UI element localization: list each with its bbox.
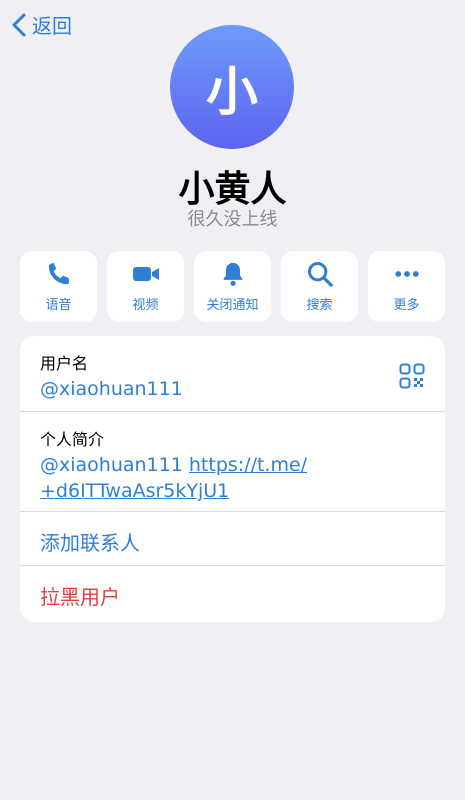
back-button[interactable]: 返回	[10, 10, 72, 39]
username-row[interactable]: 用户名 @xiaohuan111	[20, 336, 445, 412]
info-card: 用户名 @xiaohuan111 个人简介 @xiaohuan111 https…	[20, 336, 445, 622]
back-label: 返回	[32, 14, 72, 38]
qr-code-icon[interactable]	[399, 363, 425, 389]
username-value[interactable]: @xiaohuan111	[40, 376, 183, 402]
mute-label: 关闭通知	[206, 298, 259, 313]
voice-call-button[interactable]: 语音	[20, 251, 97, 322]
video-call-label: 视频	[132, 298, 159, 313]
add-contact-button[interactable]: 添加联系人	[20, 512, 445, 566]
video-call-button[interactable]: 视频	[107, 251, 184, 322]
more-icon	[394, 271, 419, 277]
bio-handle[interactable]: @xiaohuan111	[40, 454, 183, 476]
bio-link-line2[interactable]: +d6ITTwaAsr5kYjU1	[40, 480, 229, 502]
bio-label: 个人简介	[40, 430, 105, 449]
video-icon	[132, 267, 159, 281]
mute-button[interactable]: 关闭通知	[194, 251, 271, 322]
avatar[interactable]: 小	[170, 25, 294, 149]
chevron-left-icon	[12, 13, 26, 36]
search-button[interactable]: 搜索	[281, 251, 358, 322]
add-contact-label: 添加联系人	[40, 531, 140, 555]
more-button[interactable]: 更多	[368, 251, 445, 322]
bio-link-line1[interactable]: https://t.me/	[189, 454, 307, 476]
bio-row: 个人简介 @xiaohuan111 https://t.me/ +d6ITTwa…	[20, 412, 445, 512]
bio-value: @xiaohuan111 https://t.me/ +d6ITTwaAsr5k…	[40, 452, 370, 504]
bell-icon	[223, 262, 242, 286]
avatar-letter: 小	[205, 62, 258, 123]
search-icon	[307, 261, 333, 287]
voice-call-label: 语音	[45, 298, 72, 313]
search-label: 搜索	[306, 298, 333, 313]
block-user-label: 拉黑用户	[40, 585, 120, 609]
action-bar: 语音 视频 关闭通知 搜索 更多	[20, 251, 445, 322]
profile-status: 很久没上线	[187, 209, 278, 230]
more-label: 更多	[393, 298, 420, 313]
block-user-button[interactable]: 拉黑用户	[20, 566, 445, 620]
phone-icon	[48, 262, 69, 285]
username-label: 用户名	[40, 354, 89, 373]
